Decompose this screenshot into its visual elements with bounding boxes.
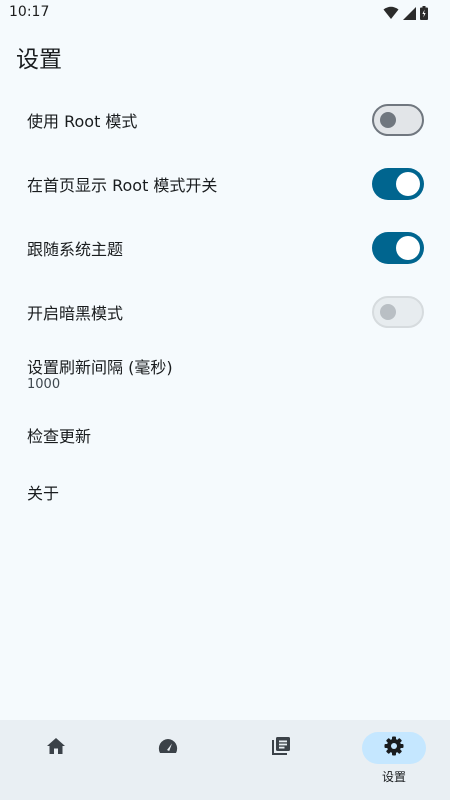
setting-label: 跟随系统主题 bbox=[27, 240, 124, 259]
setting-label: 使用 Root 模式 bbox=[27, 112, 138, 131]
setting-show-root-toggle-on-home[interactable]: 在首页显示 Root 模式开关 bbox=[0, 152, 450, 216]
nav-active-indicator bbox=[362, 732, 426, 764]
speedometer-icon bbox=[157, 737, 179, 759]
setting-label: 在首页显示 Root 模式开关 bbox=[27, 176, 218, 195]
page-title: 设置 bbox=[16, 47, 62, 73]
toggle-knob bbox=[396, 236, 420, 260]
setting-use-root[interactable]: 使用 Root 模式 bbox=[0, 88, 450, 152]
setting-about[interactable]: 关于 bbox=[0, 463, 450, 520]
home-icon bbox=[46, 737, 66, 759]
library-icon bbox=[271, 736, 291, 760]
signal-icon bbox=[403, 5, 416, 24]
setting-follow-system-theme[interactable]: 跟随系统主题 bbox=[0, 216, 450, 280]
toggle-knob bbox=[380, 112, 396, 128]
status-time: 10:17 bbox=[9, 4, 50, 20]
toggle-knob bbox=[380, 304, 396, 320]
battery-icon bbox=[420, 5, 428, 24]
setting-label: 开启暗黑模式 bbox=[27, 304, 124, 323]
nav-item-dashboard[interactable] bbox=[112, 720, 224, 800]
setting-check-update[interactable]: 检查更新 bbox=[0, 406, 450, 463]
refresh-interval-value: 1000 bbox=[27, 377, 61, 392]
dark-mode-toggle[interactable] bbox=[372, 296, 424, 328]
setting-dark-mode[interactable]: 开启暗黑模式 bbox=[0, 280, 450, 344]
follow-system-theme-toggle[interactable] bbox=[372, 232, 424, 264]
nav-item-library[interactable] bbox=[225, 720, 337, 800]
nav-item-home[interactable] bbox=[0, 720, 112, 800]
status-bar: 10:17 bbox=[0, 0, 450, 26]
status-icons bbox=[383, 5, 428, 24]
settings-list: 使用 Root 模式 在首页显示 Root 模式开关 跟随系统主题 开启暗黑模式… bbox=[0, 88, 450, 520]
setting-label: 设置刷新间隔 (毫秒) bbox=[27, 358, 173, 377]
gear-icon bbox=[384, 736, 404, 760]
use-root-toggle[interactable] bbox=[372, 104, 424, 136]
bottom-navigation: 设置 bbox=[0, 720, 450, 800]
show-root-toggle-switch[interactable] bbox=[372, 168, 424, 200]
setting-label: 检查更新 bbox=[27, 426, 92, 446]
nav-item-settings[interactable]: 设置 bbox=[338, 720, 450, 800]
nav-label-settings: 设置 bbox=[381, 770, 406, 784]
setting-label: 关于 bbox=[27, 483, 60, 503]
toggle-knob bbox=[396, 172, 420, 196]
setting-refresh-interval[interactable]: 设置刷新间隔 (毫秒) 1000 bbox=[0, 344, 450, 406]
wifi-icon bbox=[383, 5, 399, 24]
